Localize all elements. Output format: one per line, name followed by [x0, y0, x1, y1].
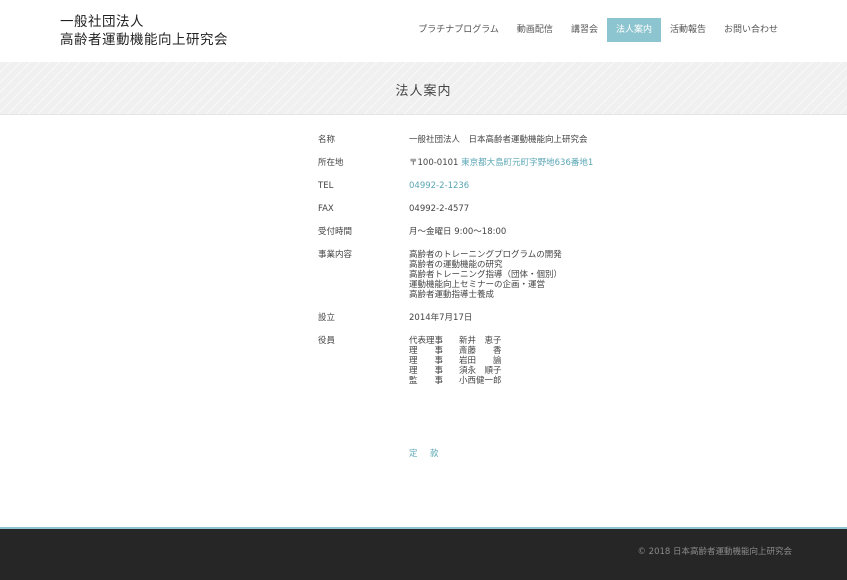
page-title: 法人案内 — [395, 84, 452, 99]
officer-title: 監 事 — [409, 376, 444, 386]
officer-entry: 理 事 岩田 諭 — [409, 356, 678, 366]
postal-code: 〒100-0101 — [409, 158, 459, 168]
nav-item-contact[interactable]: お問い合わせ — [715, 18, 787, 42]
info-table: 名称 一般社団法人 日本高齢者運動機能向上研究会 所在地 〒100-0101 東… — [318, 135, 678, 399]
info-label: FAX — [318, 204, 334, 214]
info-row-established: 設立 2014年7月17日 — [318, 313, 678, 323]
officer-list: 代表理事 新井 恵子 理 事 斎藤 香 理 事 岩田 諭 理 事 須永 順子 監… — [409, 336, 678, 386]
info-row-tel: TEL 04992-2-1236 — [318, 181, 678, 191]
page-title-band: 法人案内 — [0, 62, 847, 115]
info-label: 事業内容 — [318, 250, 353, 260]
main-nav: プラチナプログラム 動画配信 講習会 法人案内 活動報告 お問い合わせ — [409, 18, 787, 42]
info-row-officers: 役員 代表理事 新井 恵子 理 事 斎藤 香 理 事 岩田 諭 理 事 須永 順… — [318, 336, 678, 386]
business-item: 高齢者運動指導士養成 — [409, 290, 495, 300]
business-item: 運動機能向上セミナーの企画・運営 — [409, 280, 546, 290]
info-value: 2014年7月17日 — [409, 313, 473, 323]
officer-entry: 理 事 須永 順子 — [409, 366, 678, 376]
business-item: 高齢者の運動機能の研究 — [409, 260, 503, 270]
info-value: 〒100-0101 東京都大島町元町字野地636番地1 — [409, 158, 678, 168]
copyright-text: © 2018 日本高齢者運動機能向上研究会 — [637, 547, 792, 557]
info-label: 名称 — [318, 135, 336, 145]
info-row-hours: 受付時間 月〜金曜日 9:00〜18:00 — [318, 227, 678, 237]
officer-entry: 代表理事 新井 恵子 — [409, 336, 678, 346]
info-label: 所在地 — [318, 158, 344, 168]
nav-item-seminar[interactable]: 講習会 — [562, 18, 607, 42]
officer-title: 理 事 — [409, 346, 444, 356]
nav-item-about[interactable]: 法人案内 — [606, 18, 661, 42]
articles-of-incorporation-link[interactable]: 定 款 — [409, 447, 441, 459]
info-label: 受付時間 — [318, 227, 353, 237]
info-label: TEL — [318, 181, 334, 191]
officer-entry: 理 事 斎藤 香 — [409, 346, 678, 356]
logo-line-1: 一般社団法人 — [60, 14, 144, 30]
business-list: 高齢者のトレーニングプログラムの開発 高齢者の運動機能の研究 高齢者トレーニング… — [409, 250, 678, 300]
officer-title: 理 事 — [409, 366, 444, 376]
address-map-link[interactable]: 東京都大島町元町字野地636番地1 — [461, 158, 593, 168]
officer-name: 岩田 諭 — [459, 356, 502, 366]
tel-link[interactable]: 04992-2-1236 — [409, 181, 678, 191]
business-item: 高齢者トレーニング指導（団体・個別） — [409, 270, 563, 280]
info-row-name: 名称 一般社団法人 日本高齢者運動機能向上研究会 — [318, 135, 678, 145]
site-logo[interactable]: 一般社団法人 高齢者運動機能向上研究会 — [60, 13, 228, 49]
officer-entry: 監 事 小西健一郎 — [409, 376, 678, 386]
officer-title: 代表理事 — [409, 336, 444, 346]
officer-name: 新井 恵子 — [459, 336, 502, 346]
info-row-address: 所在地 〒100-0101 東京都大島町元町字野地636番地1 — [318, 158, 678, 168]
nav-item-video[interactable]: 動画配信 — [508, 18, 562, 42]
site-header: 一般社団法人 高齢者運動機能向上研究会 プラチナプログラム 動画配信 講習会 法… — [0, 0, 847, 62]
officer-name: 斎藤 香 — [459, 346, 502, 356]
info-row-business: 事業内容 高齢者のトレーニングプログラムの開発 高齢者の運動機能の研究 高齢者ト… — [318, 250, 678, 300]
site-footer: © 2018 日本高齢者運動機能向上研究会 — [0, 527, 847, 580]
business-item: 高齢者のトレーニングプログラムの開発 — [409, 250, 562, 260]
info-label: 役員 — [318, 336, 336, 346]
info-label: 設立 — [318, 313, 336, 323]
officer-title: 理 事 — [409, 356, 444, 366]
officer-name: 須永 順子 — [459, 366, 502, 376]
info-value: 04992-2-4577 — [409, 204, 470, 214]
info-row-fax: FAX 04992-2-4577 — [318, 204, 678, 214]
nav-item-activity-report[interactable]: 活動報告 — [661, 18, 715, 42]
logo-line-2: 高齢者運動機能向上研究会 — [60, 32, 228, 48]
info-value: 一般社団法人 日本高齢者運動機能向上研究会 — [409, 135, 588, 145]
nav-item-platinum-program[interactable]: プラチナプログラム — [409, 18, 508, 42]
officer-name: 小西健一郎 — [459, 376, 502, 386]
info-value: 月〜金曜日 9:00〜18:00 — [409, 227, 507, 237]
